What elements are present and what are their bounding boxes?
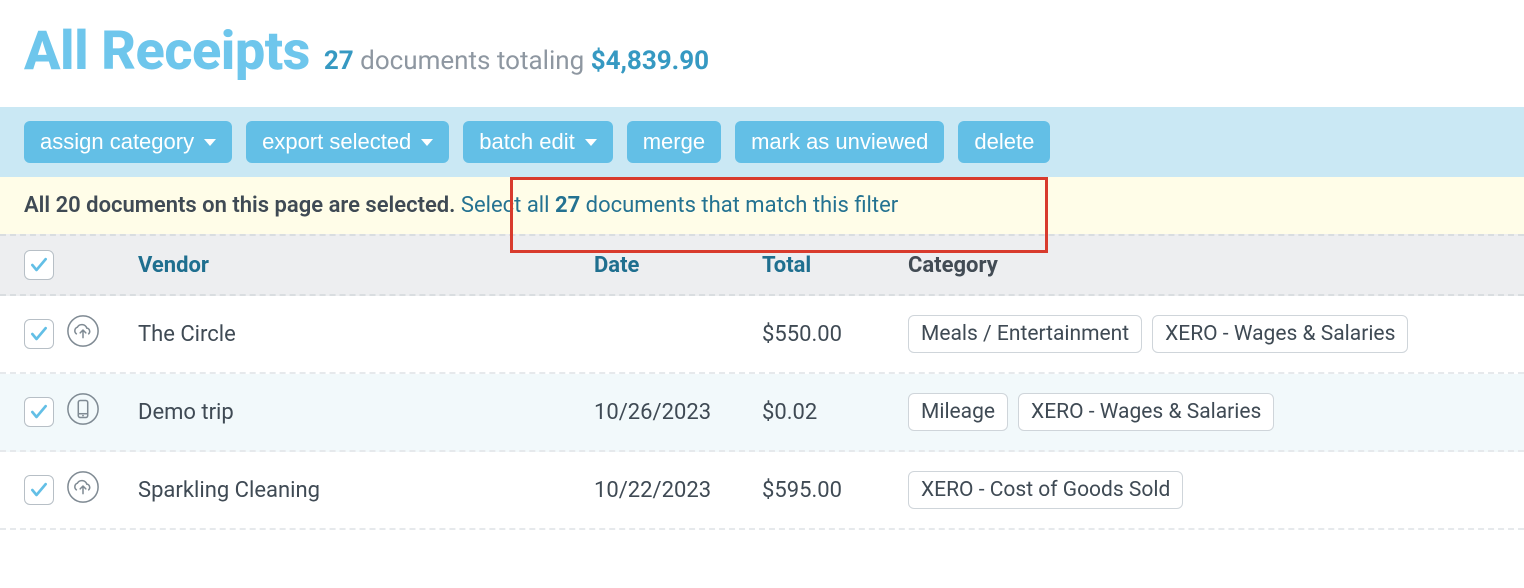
col-category: Category: [908, 253, 1524, 278]
batch-edit-button[interactable]: batch edit: [463, 121, 612, 163]
row-checkbox[interactable]: [24, 319, 54, 349]
row-checkbox[interactable]: [24, 475, 54, 505]
vendor-cell: The Circle: [138, 322, 594, 347]
table-row[interactable]: The Circle $550.00Meals / Entertainment XE…: [0, 296, 1524, 374]
category-cell: XERO - Cost of Goods Sold: [908, 471, 1524, 509]
col-vendor[interactable]: Vendor: [138, 253, 594, 278]
page-header: All Receipts 27 documents totaling $4,83…: [0, 0, 1524, 107]
select-all-link[interactable]: Select all 27 documents that match this …: [461, 193, 898, 218]
category-cell: Meals / Entertainment XERO - Wages & Sala…: [908, 315, 1524, 353]
phone-icon: [66, 407, 100, 432]
check-icon: [29, 402, 49, 422]
category-tag[interactable]: Meals / Entertainment: [908, 315, 1142, 353]
cloud-icon: [66, 485, 100, 510]
date-cell: 10/22/2023: [594, 478, 762, 503]
delete-button[interactable]: delete: [958, 121, 1050, 163]
check-icon: [29, 255, 49, 275]
row-checkbox[interactable]: [24, 397, 54, 427]
col-date[interactable]: Date: [594, 253, 762, 278]
page-title: All Receipts: [24, 20, 310, 83]
category-tag[interactable]: Mileage: [908, 393, 1008, 431]
header-summary: 27 documents totaling $4,839.90: [324, 46, 709, 76]
export-selected-button[interactable]: export selected: [246, 121, 449, 163]
cloud-icon: [66, 329, 100, 354]
col-total[interactable]: Total: [762, 253, 908, 278]
category-cell: Mileage XERO - Wages & Salaries: [908, 393, 1524, 431]
table-header: Vendor Date Total Category: [0, 234, 1524, 296]
table-row[interactable]: Sparkling Cleaning10/22/2023$595.00XERO …: [0, 452, 1524, 530]
banner-text: All 20 documents on this page are select…: [24, 193, 461, 218]
check-icon: [29, 324, 49, 344]
table-row[interactable]: Demo trip10/26/2023$0.02Mileage XERO - Wa…: [0, 374, 1524, 452]
total-cell: $595.00: [762, 478, 908, 503]
chevron-down-icon: [421, 139, 433, 146]
merge-button[interactable]: merge: [627, 121, 721, 163]
doc-count: 27: [324, 46, 354, 76]
category-tag[interactable]: XERO - Wages & Salaries: [1152, 315, 1408, 353]
summary-text: documents totaling: [354, 46, 591, 76]
doc-total: $4,839.90: [591, 46, 709, 76]
assign-category-button[interactable]: assign category: [24, 121, 232, 163]
chevron-down-icon: [204, 139, 216, 146]
selection-banner: All 20 documents on this page are select…: [0, 177, 1524, 234]
date-cell: 10/26/2023: [594, 400, 762, 425]
bulk-toolbar: assign category export selected batch ed…: [0, 107, 1524, 177]
vendor-cell: Sparkling Cleaning: [138, 478, 594, 503]
chevron-down-icon: [585, 139, 597, 146]
total-cell: $0.02: [762, 400, 908, 425]
mark-unviewed-button[interactable]: mark as unviewed: [735, 121, 944, 163]
vendor-cell: Demo trip: [138, 400, 594, 425]
select-all-checkbox[interactable]: [24, 250, 54, 280]
check-icon: [29, 480, 49, 500]
category-tag[interactable]: XERO - Wages & Salaries: [1018, 393, 1274, 431]
total-cell: $550.00: [762, 322, 908, 347]
category-tag[interactable]: XERO - Cost of Goods Sold: [908, 471, 1183, 509]
